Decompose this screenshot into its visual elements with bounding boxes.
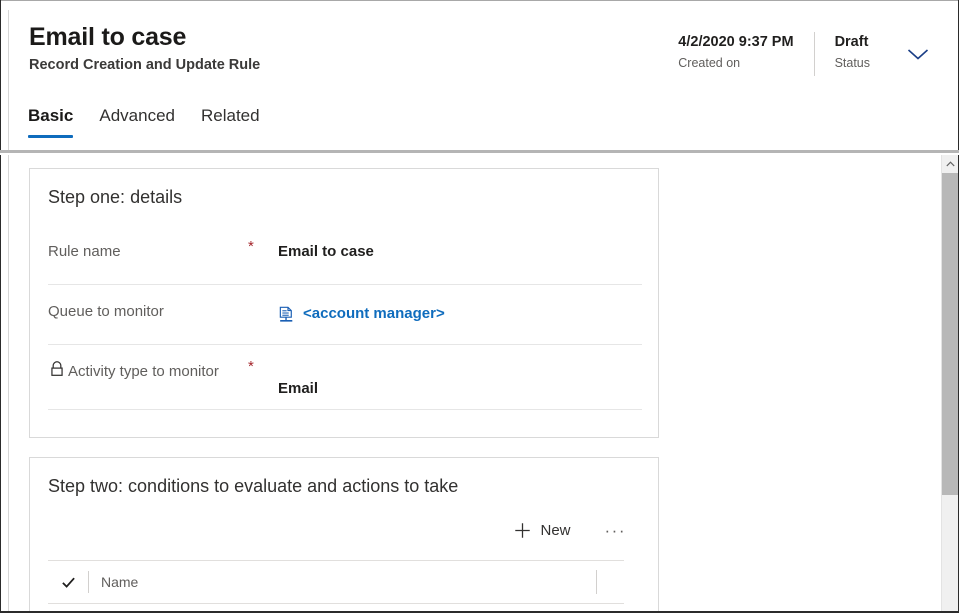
page-title: Email to case xyxy=(29,23,187,51)
grid-column-divider-right xyxy=(596,570,597,594)
chevron-up-icon xyxy=(945,160,955,166)
field-row-activity-type: Activity type to monitor * Email xyxy=(48,345,642,410)
vertical-scrollbar[interactable] xyxy=(941,155,958,611)
title-block: Email to case Record Creation and Update… xyxy=(29,22,260,75)
window-top-edge xyxy=(0,0,959,1)
tab-list: Basic Advanced Related xyxy=(28,104,260,138)
activity-type-value[interactable]: Email xyxy=(278,345,642,400)
queue-required-marker xyxy=(248,285,278,298)
grid-command-bar: New ··· xyxy=(504,516,637,545)
status-value: Draft xyxy=(834,34,869,50)
select-all-checkbox[interactable] xyxy=(48,575,88,590)
header-expand-button[interactable] xyxy=(896,32,940,76)
chevron-down-icon xyxy=(907,49,929,60)
new-button-label: New xyxy=(540,522,571,539)
rule-name-label: Rule name xyxy=(48,243,121,260)
step-two-title: Step two: conditions to evaluate and act… xyxy=(48,476,459,496)
app-window: Email to case Record Creation and Update… xyxy=(0,0,959,613)
step-one-title: Step one: details xyxy=(48,187,183,207)
scrollbar-track[interactable] xyxy=(942,495,958,611)
created-on-value: 4/2/2020 9:37 PM xyxy=(678,34,794,50)
step-one-fields: Rule name * Email to case Queue to monit… xyxy=(48,225,642,410)
tab-related[interactable]: Related xyxy=(201,104,260,138)
step-one-card: Step one: details Rule name * Email to c… xyxy=(29,168,659,438)
checkmark-icon xyxy=(61,577,75,588)
tab-basic[interactable]: Basic xyxy=(28,104,74,138)
queue-to-monitor-value[interactable]: <account manager> xyxy=(278,285,642,325)
scrollbar-thumb[interactable] xyxy=(942,173,958,495)
activity-type-label-wrap: Activity type to monitor xyxy=(48,345,248,384)
more-commands-button[interactable]: ··· xyxy=(595,519,636,543)
rule-name-required-marker: * xyxy=(248,238,254,255)
field-row-rule-name: Rule name * Email to case xyxy=(48,225,642,285)
grid-header-bottom-separator xyxy=(48,603,624,604)
queue-label-wrap: Queue to monitor xyxy=(48,285,248,324)
step-two-card: Step two: conditions to evaluate and act… xyxy=(29,457,659,611)
activity-type-label: Activity type to monitor xyxy=(68,363,219,380)
created-on-label: Created on xyxy=(678,56,741,70)
grid-column-header-name[interactable]: Name xyxy=(89,574,624,590)
queue-icon xyxy=(279,306,293,322)
queue-to-monitor-label: Queue to monitor xyxy=(48,303,164,320)
activity-type-required-marker: * xyxy=(248,358,254,375)
body-left-rail xyxy=(8,155,9,611)
page-subtitle: Record Creation and Update Rule xyxy=(29,57,261,73)
plus-icon xyxy=(514,523,530,538)
form-body: Step one: details Rule name * Email to c… xyxy=(1,155,958,611)
new-button[interactable]: New xyxy=(504,516,581,545)
record-header: Email to case Record Creation and Update… xyxy=(1,2,958,152)
header-left-rail xyxy=(8,10,9,152)
queue-lookup-link[interactable]: <account manager> xyxy=(303,303,445,325)
lock-icon xyxy=(51,361,63,376)
grid-header-row: Name xyxy=(48,561,624,603)
created-on-field: 4/2/2020 9:37 PM Created on xyxy=(660,32,813,72)
header-meta: 4/2/2020 9:37 PM Created on Draft Status xyxy=(660,32,940,78)
field-row-queue-to-monitor: Queue to monitor <account manager> xyxy=(48,285,642,345)
rule-name-label-wrap: Rule name xyxy=(48,225,248,264)
status-field: Draft Status xyxy=(815,32,888,72)
scroll-up-button[interactable] xyxy=(942,155,958,172)
tab-advanced[interactable]: Advanced xyxy=(99,104,175,138)
rule-name-value[interactable]: Email to case xyxy=(278,225,642,263)
status-label: Status xyxy=(834,56,870,70)
